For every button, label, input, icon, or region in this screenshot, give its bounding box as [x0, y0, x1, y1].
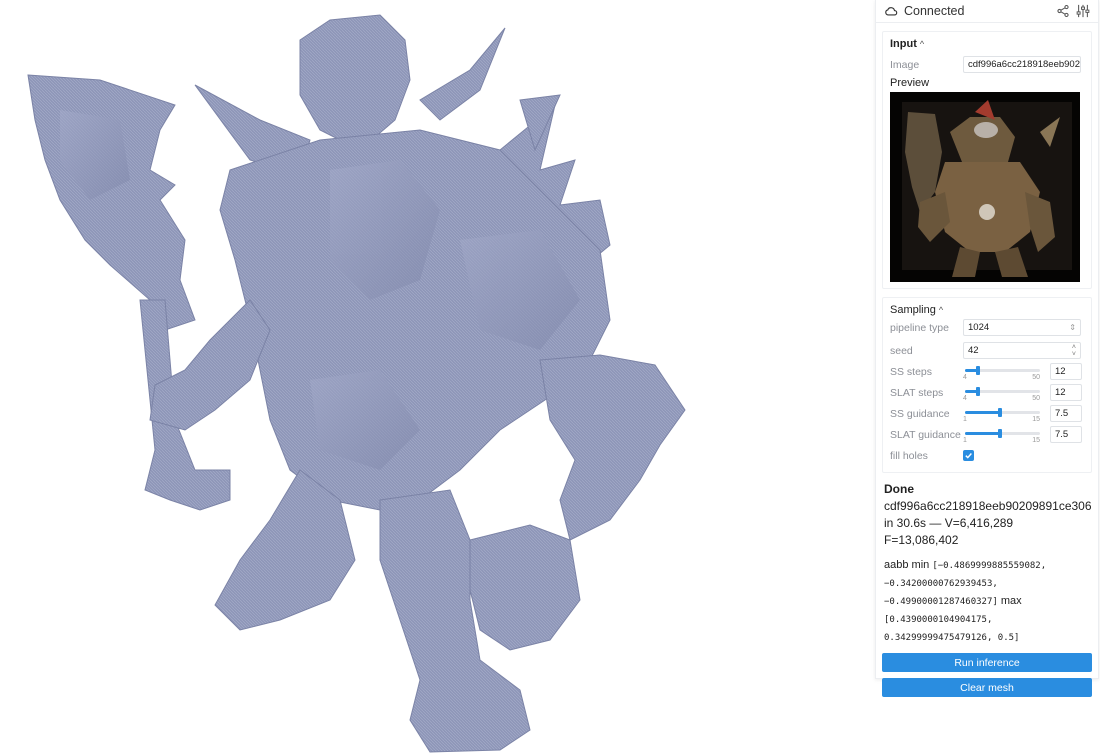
- slider-max: 50: [1032, 394, 1040, 402]
- fill-holes-label: fill holes: [890, 449, 928, 462]
- control-panel: Connected Input ^ Image cdf996a6cc218918…: [875, 0, 1099, 697]
- run-inference-button[interactable]: Run inference: [882, 653, 1092, 672]
- stepper-icon[interactable]: ˄ ˅: [1072, 344, 1076, 358]
- slat-guidance-row: SLAT guidance 1 15 7.5: [890, 424, 1084, 445]
- aabb-max-label: max: [1000, 595, 1022, 607]
- image-row: Image cdf996a6cc218918eeb902098: [890, 54, 1084, 75]
- slat-guidance-label: SLAT guidance: [890, 428, 961, 441]
- slat-guidance-slider[interactable]: 1 15: [963, 426, 1042, 444]
- input-folder: Input ^ Image cdf996a6cc218918eeb902098 …: [882, 31, 1092, 289]
- cloud-icon: [885, 7, 898, 16]
- result-faces: F=13,086,402: [884, 533, 959, 547]
- aabb-min-part1: [−0.4869999885559082,: [932, 561, 1047, 571]
- result-id: cdf996a6cc218918eeb90209891ce306a: [884, 499, 1091, 513]
- orc-preview-picture: [890, 92, 1080, 282]
- slider-fill: [965, 431, 1000, 435]
- slider-knob[interactable]: [997, 428, 1002, 438]
- slat-steps-slider[interactable]: 4 50: [963, 384, 1042, 402]
- aabb-max-part1: [0.4390000104904175,: [884, 615, 993, 625]
- sliders-icon[interactable]: [1076, 4, 1090, 18]
- share-icon[interactable]: [1056, 4, 1070, 18]
- slider-min: 4: [963, 373, 967, 381]
- fill-holes-checkbox[interactable]: [963, 450, 974, 461]
- ss-guidance-row: SS guidance 1 15 7.5: [890, 403, 1084, 424]
- pipeline-type-value: 1024: [968, 322, 990, 333]
- ss-guidance-slider[interactable]: 1 15: [963, 405, 1042, 423]
- slider-min: 1: [963, 436, 967, 444]
- input-folder-toggle[interactable]: Input ^: [890, 36, 1084, 51]
- slider-knob[interactable]: [976, 386, 981, 396]
- input-folder-title: Input: [890, 37, 917, 50]
- check-icon: [965, 453, 972, 459]
- slat-steps-input[interactable]: 12: [1050, 384, 1082, 401]
- slat-steps-label: SLAT steps: [890, 386, 944, 399]
- preview-label: Preview: [890, 77, 930, 89]
- slider-min: 4: [963, 394, 967, 402]
- ss-steps-slider[interactable]: 4 50: [963, 363, 1042, 381]
- pipeline-type-label: pipeline type: [890, 321, 949, 334]
- result-timing: in 30.6s — V=6,416,289: [884, 516, 1014, 530]
- preview-image: [890, 92, 1080, 282]
- slider-max: 50: [1032, 373, 1040, 381]
- chevron-up-icon: ^: [919, 38, 925, 49]
- pipeline-type-select[interactable]: 1024 ⇕: [963, 319, 1081, 336]
- ss-steps-label: SS steps: [890, 365, 933, 378]
- clear-mesh-button[interactable]: Clear mesh: [882, 678, 1092, 697]
- ss-guidance-input[interactable]: 7.5: [1050, 405, 1082, 422]
- sampling-folder-toggle[interactable]: Sampling ^: [890, 302, 1084, 317]
- ss-guidance-label: SS guidance: [890, 407, 950, 420]
- result-status: Done: [884, 482, 914, 496]
- aabb-min-label: aabb min: [884, 559, 930, 571]
- panel-header: Connected: [876, 0, 1098, 23]
- slider-knob[interactable]: [997, 407, 1002, 417]
- slat-guidance-input[interactable]: 7.5: [1050, 426, 1082, 443]
- slider-max: 15: [1032, 436, 1040, 444]
- image-input[interactable]: cdf996a6cc218918eeb902098: [963, 56, 1081, 73]
- slat-steps-row: SLAT steps 4 50 12: [890, 382, 1084, 403]
- 3d-viewport[interactable]: [0, 0, 872, 754]
- seed-row: seed 42 ˄ ˅: [890, 340, 1084, 361]
- seed-label: seed: [890, 344, 913, 357]
- image-label: Image: [890, 58, 920, 71]
- ss-steps-input[interactable]: 12: [1050, 363, 1082, 380]
- sampling-folder-title: Sampling: [890, 303, 936, 316]
- fill-holes-row: fill holes: [890, 445, 1084, 466]
- sampling-folder: Sampling ^ pipeline type 1024 ⇕ seed 42 …: [882, 297, 1092, 473]
- ss-steps-row: SS steps 4 50 12: [890, 361, 1084, 382]
- aabb-min-part3: −0.49900001287460327]: [884, 597, 998, 607]
- orc-mesh-render: [27, 14, 686, 753]
- pipeline-type-row: pipeline type 1024 ⇕: [890, 317, 1084, 338]
- aabb-min-part2: −0.34200000762939453,: [884, 579, 998, 589]
- slider-min: 1: [963, 415, 967, 423]
- aabb-max-part2: 0.34299999475479126, 0.5]: [884, 633, 1020, 643]
- slider-max: 15: [1032, 415, 1040, 423]
- seed-input[interactable]: 42 ˄ ˅: [963, 342, 1081, 359]
- seed-value: 42: [968, 345, 979, 356]
- result-section: Done cdf996a6cc218918eeb90209891ce306a i…: [876, 473, 1098, 647]
- select-arrows-icon: ⇕: [1069, 323, 1076, 332]
- slider-fill: [965, 410, 1000, 414]
- aabb-info: aabb min [−0.4869999885559082, −0.342000…: [884, 557, 1091, 647]
- chevron-up-icon: ^: [938, 304, 944, 315]
- slider-knob[interactable]: [976, 365, 981, 375]
- connection-status: Connected: [904, 4, 965, 18]
